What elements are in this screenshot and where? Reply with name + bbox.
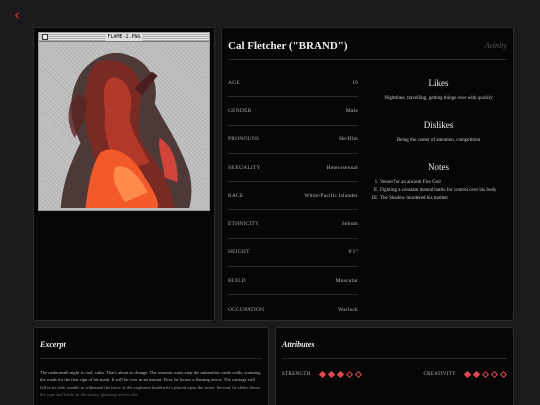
diamond-filled-icon	[336, 370, 344, 379]
attribute-creativity: CREATIVITY	[423, 370, 508, 379]
excerpt-title: Excerpt	[40, 340, 66, 349]
notes-title: Notes	[428, 162, 449, 172]
stat-row-pronouns: PRONOUNS He/Him	[228, 126, 358, 154]
note-item: III. The Shadow murdered his mother	[368, 195, 509, 203]
diamond-empty-icon	[354, 370, 362, 379]
diamond-empty-icon	[345, 370, 353, 379]
stat-label: SEXUALITY	[228, 164, 261, 171]
excerpt-fade-overlay	[34, 384, 268, 405]
diamond-empty-icon	[490, 370, 499, 379]
stat-value: 6'1"	[348, 249, 358, 256]
stat-label: HEIGHT	[228, 249, 250, 256]
note-text: Fighting a constant mental battle for co…	[380, 188, 497, 193]
attribute-rating	[318, 370, 362, 379]
stat-row-occupation: OCCUPATION Warlock	[228, 295, 358, 323]
divider	[228, 59, 507, 60]
note-number: II.	[373, 188, 378, 193]
divider	[40, 358, 262, 359]
affinity-label[interactable]: Avinity	[485, 41, 507, 50]
excerpt-panel: Excerpt The underneath night is cool, ca…	[33, 327, 269, 405]
stat-label: PRONOUNS	[228, 136, 260, 143]
note-item: I. Vessel for an ancient Fire God	[368, 179, 509, 187]
image-window: FLAME-2.PNG	[38, 32, 210, 211]
close-box-icon[interactable]	[42, 34, 48, 40]
image-window-titlebar[interactable]: FLAME-2.PNG	[39, 33, 209, 42]
stat-row-ethnicity: ETHNICITY Sebum	[228, 210, 358, 239]
dislikes-text: Being the center of attention, competiti…	[396, 138, 481, 143]
diamond-filled-icon	[463, 370, 472, 379]
image-panel: FLAME-2.PNG	[33, 27, 215, 321]
diamond-empty-icon	[481, 370, 490, 379]
attribute-label: STRENGTH	[282, 372, 311, 377]
stat-label: RACE	[228, 192, 244, 199]
stat-value: 19	[352, 79, 358, 86]
stat-value: He/Him	[339, 136, 358, 143]
attributes-title: Attributes	[282, 340, 315, 349]
note-item: II. Fighting a constant mental battle fo…	[368, 187, 509, 195]
diamond-empty-icon	[499, 370, 508, 379]
attribute-label: CREATIVITY	[423, 372, 456, 377]
profile-panel: Cal Fletcher ("BRAND") Avinity AGE 19 GE…	[221, 27, 514, 321]
stat-value: White/Pacific Islander	[304, 192, 358, 199]
likes-text: Nighttime, travelling, getting things ov…	[384, 96, 493, 101]
character-image	[41, 44, 207, 208]
stat-value: Heterosexual	[326, 164, 358, 171]
stat-label: ETHNICITY	[228, 221, 260, 228]
attribute-rating	[463, 370, 508, 379]
stat-row-race: RACE White/Pacific Islander	[228, 182, 358, 211]
stat-value: Sebum	[341, 221, 358, 228]
character-name: Cal Fletcher ("BRAND")	[228, 40, 348, 52]
attributes-panel: Attributes STRENGTH CREATIVITY	[275, 327, 514, 405]
note-number: III.	[371, 196, 378, 201]
notes-list: I. Vessel for an ancient Fire God II. Fi…	[368, 179, 509, 203]
note-text: The Shadow murdered his mother	[380, 196, 449, 201]
note-text: Vessel for an ancient Fire God	[380, 180, 441, 185]
diamond-filled-icon	[472, 370, 481, 379]
stat-value: Male	[345, 107, 358, 114]
stat-row-age: AGE 19	[228, 69, 358, 98]
details-column: Likes Nighttime, travelling, getting thi…	[368, 78, 509, 203]
note-number: I.	[375, 180, 378, 185]
dislikes-title: Dislikes	[423, 120, 454, 130]
flame-figure-image	[60, 52, 192, 208]
stats-list: AGE 19 GENDER Male PRONOUNS He/Him SEXUA…	[228, 69, 358, 324]
stat-value: Warlock	[338, 306, 358, 313]
stat-row-gender: GENDER Male	[228, 97, 358, 126]
likes-title: Likes	[428, 78, 449, 88]
diamond-filled-icon	[327, 370, 335, 379]
stat-row-sexuality: SEXUALITY Heterosexual	[228, 154, 358, 183]
stat-label: GENDER	[228, 107, 252, 114]
attributes-row: STRENGTH CREATIVITY	[282, 370, 508, 379]
stat-label: BUILD	[228, 277, 246, 284]
diamond-filled-icon	[318, 370, 326, 379]
back-arrow-icon[interactable]: ‹	[14, 8, 20, 23]
stat-row-build: BUILD Muscular	[228, 267, 358, 296]
stat-value: Muscular	[335, 277, 358, 284]
divider	[282, 358, 507, 359]
stat-row-height: HEIGHT 6'1"	[228, 239, 358, 268]
stat-label: OCCUPATION	[228, 306, 265, 313]
stat-label: AGE	[228, 79, 240, 86]
image-window-title: FLAME-2.PNG	[105, 33, 143, 41]
attribute-strength: STRENGTH	[282, 370, 362, 379]
